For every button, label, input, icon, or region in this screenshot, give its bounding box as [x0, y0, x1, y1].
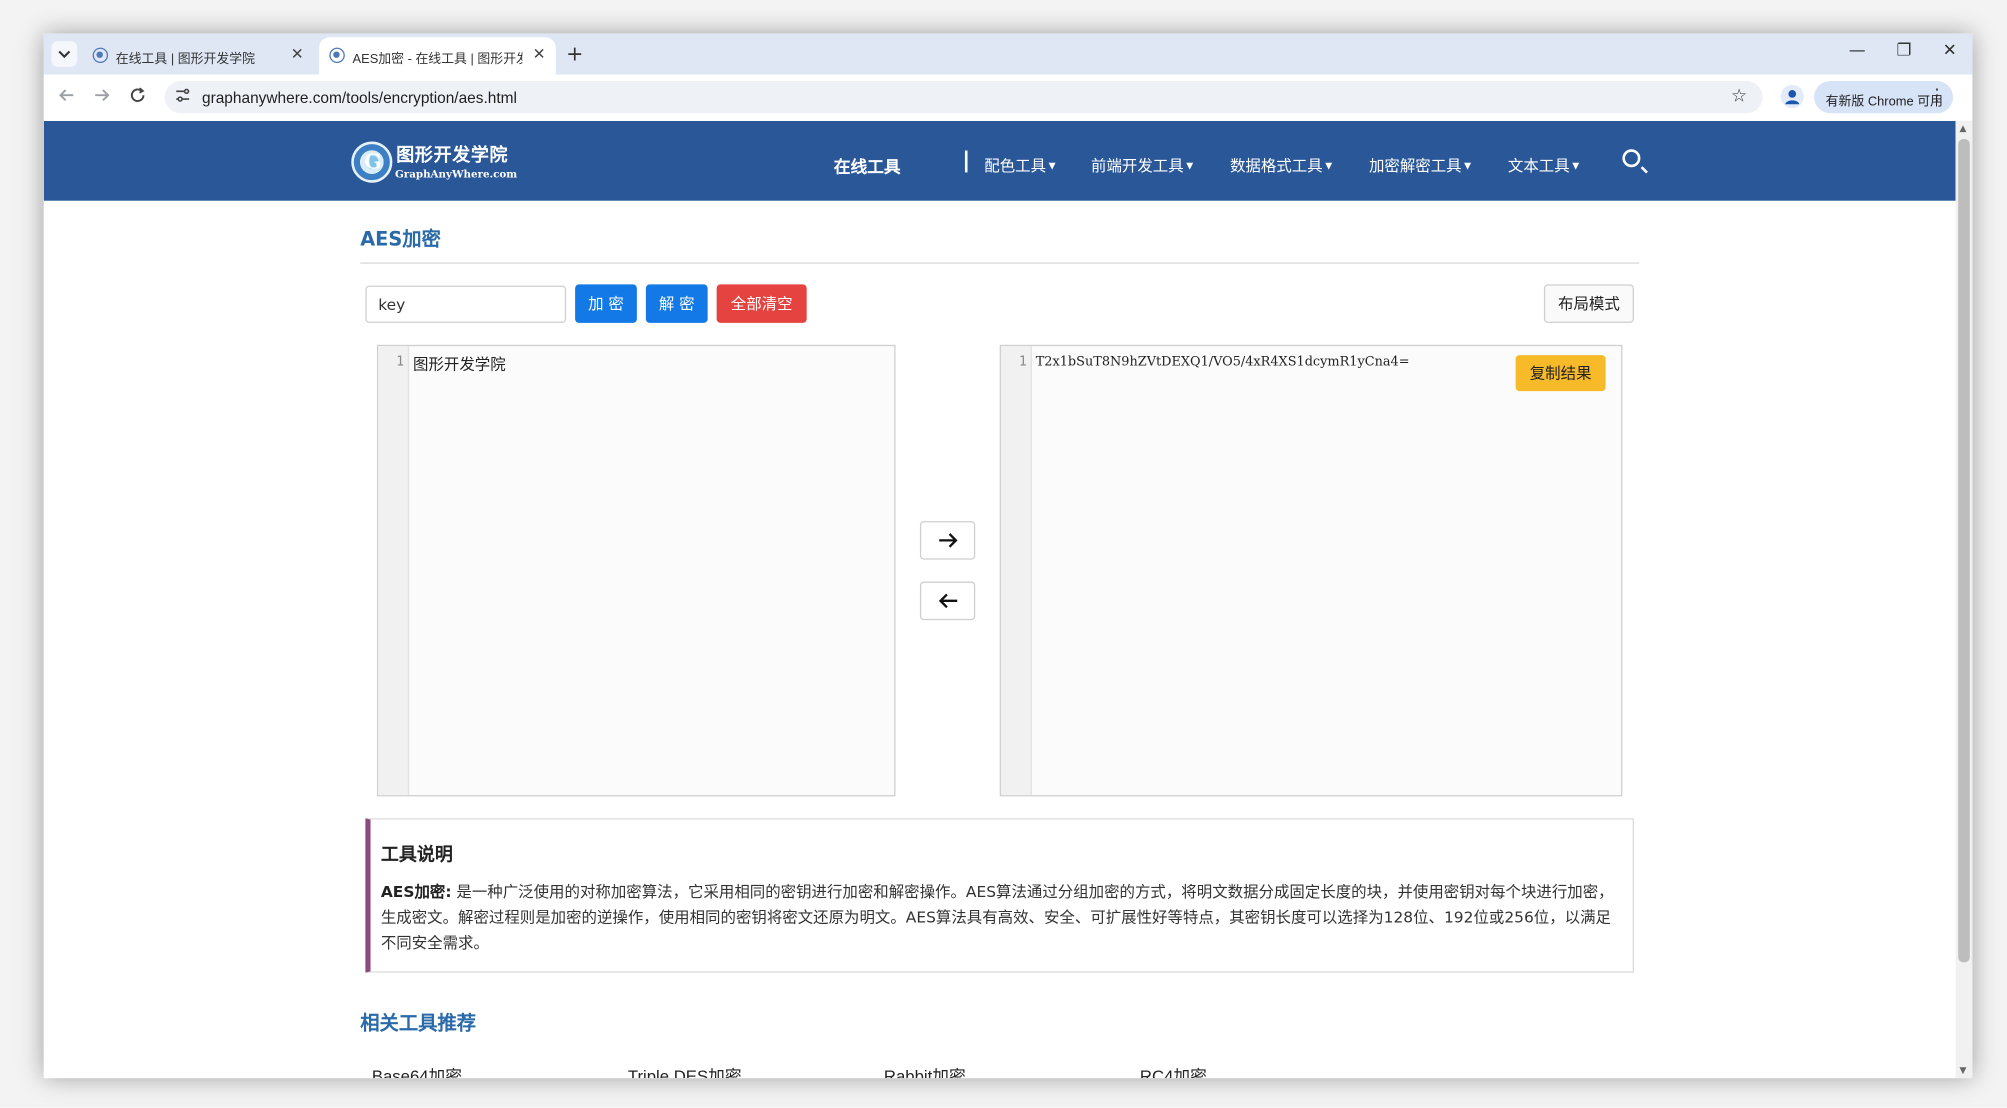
description-term: AES加密:	[380, 882, 452, 901]
related-tools-title: 相关工具推荐	[360, 1011, 477, 1035]
description-heading: 工具说明	[380, 845, 453, 866]
site-logo-icon[interactable]: G	[351, 141, 393, 183]
nav-online-tools[interactable]: 在线工具	[834, 153, 901, 177]
clear-all-button[interactable]: 全部清空	[716, 284, 807, 323]
key-input[interactable]: key	[365, 285, 567, 323]
tab-online-tools[interactable]: 在线工具 | 图形开发学院 ✕	[82, 37, 314, 74]
back-button[interactable]	[58, 86, 76, 109]
ciphertext-editor[interactable]: 1 T2x1bSuT8N9hZVtDEXQ1/VO5/4xR4XS1dcymR1…	[999, 344, 1623, 797]
chevron-down-icon	[58, 50, 71, 59]
nav-text-tools[interactable]: 文本工具 ▼	[1508, 154, 1579, 176]
plaintext-content: 图形开发学院	[412, 355, 506, 374]
browser-toolbar: graphanywhere.com/tools/encryption/aes.h…	[43, 74, 1973, 123]
caret-down-icon: ▼	[1325, 160, 1333, 172]
caret-down-icon: ▼	[1572, 160, 1580, 172]
encrypt-button[interactable]: 加 密	[575, 284, 637, 323]
nav-frontend-tools[interactable]: 前端开发工具 ▼	[1091, 154, 1193, 176]
tab-search-button[interactable]	[51, 41, 78, 67]
scroll-up-icon[interactable]: ▲	[1959, 124, 1966, 134]
tab-aes-encrypt[interactable]: AES加密 - 在线工具 | 图形开发 ✕	[319, 37, 556, 75]
encrypt-arrow-button[interactable]	[919, 521, 976, 560]
page-viewport: G 图形开发学院 GraphAnyWhere.com 在线工具 配色工具 ▼ 前端…	[43, 120, 1956, 1079]
nav-divider	[964, 150, 968, 173]
update-chip-label: 有新版 Chrome 可用	[1825, 95, 1943, 110]
decrypt-arrow-button[interactable]	[919, 581, 976, 621]
bookmark-star-icon[interactable]: ☆	[1731, 86, 1747, 107]
close-icon[interactable]: ✕	[533, 45, 546, 63]
related-tool-rabbit[interactable]: Rabbit加密	[884, 1063, 966, 1079]
reload-icon	[130, 87, 145, 102]
address-bar[interactable]: graphanywhere.com/tools/encryption/aes.h…	[164, 81, 1763, 114]
scrollbar-thumb[interactable]	[1958, 138, 1970, 963]
description-text: AES加密: 是一种广泛使用的对称加密算法，它采用相同的密钥进行加密和解密操作。…	[381, 879, 1626, 956]
line-number-gutter: 1	[378, 346, 410, 796]
person-icon	[1785, 90, 1800, 105]
key-input-value: key	[378, 295, 406, 314]
close-icon[interactable]: ✕	[291, 45, 304, 63]
browser-window: 在线工具 | 图形开发学院 ✕ AES加密 - 在线工具 | 图形开发 ✕ + …	[43, 33, 1973, 1079]
arrow-right-icon	[95, 89, 110, 102]
site-favicon-icon	[329, 47, 345, 64]
chrome-update-button[interactable]: 有新版 Chrome 可用 ⋮	[1814, 81, 1954, 114]
url-text: graphanywhere.com/tools/encryption/aes.h…	[201, 88, 517, 107]
tab-title: AES加密 - 在线工具 | 图形开发	[352, 52, 523, 67]
line-number: 1	[1018, 355, 1027, 370]
layout-mode-button[interactable]: 布局模式	[1543, 284, 1634, 323]
ciphertext-content: T2x1bSuT8N9hZVtDEXQ1/VO5/4xR4XS1dcymR1yC…	[1035, 355, 1410, 370]
more-vert-icon[interactable]: ⋮	[1929, 86, 1946, 105]
line-number: 1	[396, 355, 404, 370]
line-number-gutter: 1	[1000, 346, 1032, 796]
related-tool-rc4[interactable]: RC4加密	[1140, 1063, 1207, 1079]
tool-description-box: 工具说明 AES加密: 是一种广泛使用的对称加密算法，它采用相同的密钥进行加密和…	[365, 818, 1634, 973]
site-favicon-icon	[92, 47, 109, 64]
site-header: G 图形开发学院 GraphAnyWhere.com 在线工具 配色工具 ▼ 前端…	[43, 120, 1956, 201]
reload-button[interactable]	[129, 86, 147, 109]
page-scrollbar[interactable]: ▲ ▼	[1955, 120, 1973, 1079]
scroll-down-icon[interactable]: ▼	[1959, 1065, 1966, 1075]
new-tab-button[interactable]: +	[566, 41, 583, 65]
minimize-button[interactable]: —	[1849, 41, 1866, 60]
search-icon[interactable]	[1622, 149, 1641, 168]
arrow-right-icon	[938, 533, 957, 548]
brand-name[interactable]: 图形开发学院	[396, 142, 508, 168]
brand-domain: GraphAnyWhere.com	[394, 167, 518, 181]
nav-data-format-tools[interactable]: 数据格式工具 ▼	[1230, 154, 1332, 176]
plaintext-editor[interactable]: 1 图形开发学院	[376, 344, 896, 797]
caret-down-icon: ▼	[1048, 160, 1056, 172]
caret-down-icon: ▼	[1464, 160, 1472, 172]
related-tool-base64[interactable]: Base64加密	[372, 1063, 462, 1079]
arrow-left-icon	[59, 89, 74, 102]
tab-strip: 在线工具 | 图形开发学院 ✕ AES加密 - 在线工具 | 图形开发 ✕ + …	[43, 33, 1973, 75]
arrow-left-icon	[938, 593, 957, 609]
tab-title: 在线工具 | 图形开发学院	[115, 52, 255, 67]
profile-button[interactable]	[1780, 84, 1804, 109]
site-info-icon[interactable]	[175, 87, 190, 106]
restore-button[interactable]: ❐	[1896, 41, 1911, 60]
title-divider	[360, 262, 1640, 264]
decrypt-button[interactable]: 解 密	[645, 284, 708, 323]
related-tool-triple-des[interactable]: Triple DES加密	[628, 1063, 742, 1079]
caret-down-icon: ▼	[1186, 160, 1194, 172]
screen-root: 在线工具 | 图形开发学院 ✕ AES加密 - 在线工具 | 图形开发 ✕ + …	[0, 0, 2007, 1108]
forward-button[interactable]	[93, 86, 111, 109]
description-body: 是一种广泛使用的对称加密算法，它采用相同的密钥进行加密和解密操作。AES算法通过…	[380, 882, 1614, 953]
nav-color-tools[interactable]: 配色工具 ▼	[984, 154, 1055, 176]
page-title: AES加密	[360, 227, 441, 251]
window-close-button[interactable]: ✕	[1943, 41, 1957, 60]
nav-crypto-tools[interactable]: 加密解密工具 ▼	[1369, 154, 1471, 176]
copy-result-button[interactable]: 复制结果	[1515, 355, 1606, 392]
